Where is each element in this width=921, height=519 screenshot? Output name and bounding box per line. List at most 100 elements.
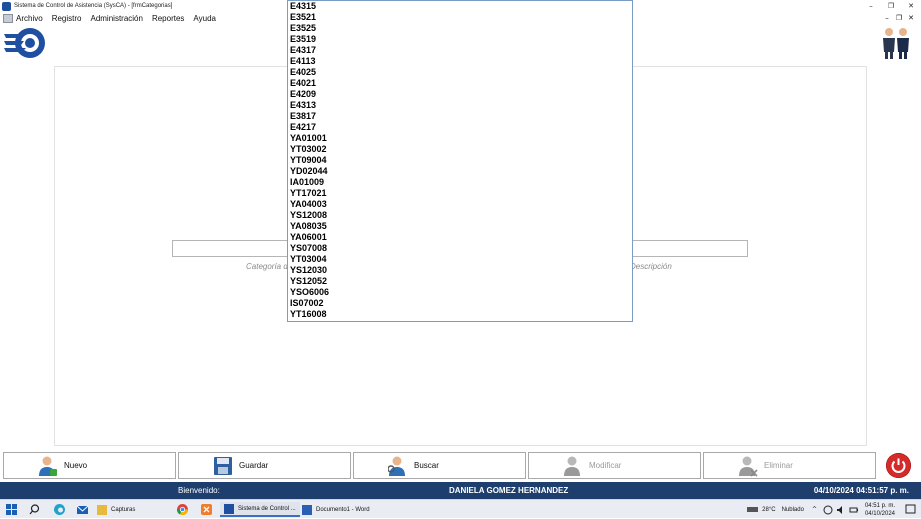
dropdown-option[interactable]: E4025 (288, 67, 632, 78)
modificar-label: Modificar (589, 461, 622, 470)
dropdown-option[interactable]: YD02044 (288, 166, 632, 177)
mdi-minimize-button[interactable]: – (881, 12, 893, 25)
dropdown-option[interactable]: YA01001 (288, 133, 632, 144)
description-input[interactable] (620, 240, 748, 257)
app-icon (2, 1, 11, 11)
taskbar-sysca-app[interactable]: Sistema de Control ... (220, 502, 300, 517)
guardar-label: Guardar (239, 461, 269, 470)
dropdown-option[interactable]: YS12052 (288, 276, 632, 287)
dropdown-option[interactable]: YA04003 (288, 199, 632, 210)
menu-ayuda[interactable]: Ayuda (193, 14, 216, 23)
mdi-close-button[interactable]: ✕ (905, 12, 917, 25)
menu-administracion[interactable]: Administración (90, 14, 142, 23)
notification-icon[interactable] (904, 503, 917, 516)
weather-icon[interactable] (746, 503, 759, 516)
mdi-controls: – ❐ ✕ (881, 12, 917, 25)
date-time: 04/10/2024 04:51:57 p. m. (813, 486, 909, 495)
dropdown-option[interactable]: YA06001 (288, 232, 632, 243)
window-title: Sistema de Control de Asistencia (SysCA)… (14, 3, 173, 9)
welcome-label: Bienvenido: (178, 486, 220, 495)
eliminar-label: Eliminar (764, 461, 793, 470)
taskbar-capturas-label: Capturas (111, 506, 136, 513)
clock-date: 04/10/2024 (864, 510, 895, 517)
add-user-icon (39, 456, 57, 476)
modificar-button[interactable]: Modificar (528, 452, 701, 479)
taskbar-capturas[interactable]: Capturas (97, 502, 135, 517)
dropdown-option[interactable]: YA08035 (288, 221, 632, 232)
dropdown-option[interactable]: YT03004 (288, 254, 632, 265)
menu-archivo[interactable]: Archivo (16, 14, 43, 23)
menu-registro[interactable]: Registro (52, 14, 82, 23)
windows-start-icon[interactable] (5, 503, 18, 516)
dropdown-option[interactable]: E4313 (288, 100, 632, 111)
user-name: DANIELA GOMEZ HERNANDEZ (449, 486, 569, 495)
taskbar-word-label: Documento1 - Word (316, 506, 370, 513)
dropdown-option[interactable]: YS12030 (288, 265, 632, 276)
nuevo-button[interactable]: Nuevo (3, 452, 176, 479)
dropdown-option[interactable]: IS07002 (288, 298, 632, 309)
menu-reportes[interactable]: Reportes (152, 14, 184, 23)
dropdown-option[interactable]: E3817 (288, 111, 632, 122)
word-icon (302, 504, 312, 515)
dropdown-option[interactable]: YS12008 (288, 210, 632, 221)
edge-icon[interactable] (53, 503, 66, 516)
power-off-icon[interactable] (886, 453, 911, 478)
category-hint: Categoría de (246, 262, 293, 271)
mdi-restore-button[interactable]: ❐ (893, 12, 905, 25)
employees-icon (883, 28, 909, 59)
buscar-button[interactable]: Buscar (353, 452, 526, 479)
dropdown-option[interactable]: E3519 (288, 34, 632, 45)
description-hint: Descripción (630, 262, 672, 271)
chrome-icon[interactable] (176, 503, 189, 516)
delete-user-icon (739, 456, 758, 477)
nuevo-label: Nuevo (64, 461, 88, 470)
dropdown-option[interactable]: IA01009 (288, 177, 632, 188)
app-window: Sistema de Control de Asistencia (SysCA)… (0, 0, 921, 518)
windows-taskbar: Capturas Sistema de Control ... Document… (0, 499, 921, 518)
mail-icon[interactable] (76, 503, 89, 516)
network-icon[interactable] (823, 505, 833, 515)
mdi-child-icon[interactable] (3, 14, 13, 23)
folder-icon (97, 504, 107, 515)
category-dropdown-list[interactable]: E4315 E3521 E3525 E3519 E4317 E4113 E402… (287, 0, 633, 322)
battery-icon[interactable] (849, 505, 859, 515)
dropdown-option[interactable]: E3525 (288, 23, 632, 34)
dropdown-option[interactable]: YT17021 (288, 188, 632, 199)
edit-user-icon (564, 456, 580, 476)
dropdown-option[interactable]: YS07008 (288, 243, 632, 254)
xampp-icon[interactable] (200, 503, 213, 516)
clock-time: 04:51 p. m. (864, 502, 895, 509)
category-input[interactable] (172, 240, 300, 257)
taskbar-clock[interactable]: 04:51 p. m. 04/10/2024 (865, 502, 895, 518)
dropdown-option[interactable]: YT16008 (288, 309, 632, 320)
window-controls: – ❐ ✕ (861, 0, 921, 12)
status-bar: Bienvenido: DANIELA GOMEZ HERNANDEZ 04/1… (0, 482, 921, 499)
dropdown-option[interactable]: E4113 (288, 56, 632, 67)
taskbar-sysca-label: Sistema de Control ... (238, 505, 296, 512)
minimize-button[interactable]: – (861, 0, 881, 12)
restore-button[interactable]: ❐ (881, 0, 901, 12)
dropdown-option[interactable]: E4317 (288, 45, 632, 56)
sysca-app-icon (224, 503, 234, 514)
dropdown-option[interactable]: E4217 (288, 122, 632, 133)
guardar-button[interactable]: Guardar (178, 452, 351, 479)
dropdown-option[interactable]: YT03002 (288, 144, 632, 155)
volume-icon[interactable] (836, 505, 846, 515)
dropdown-option[interactable]: E4021 (288, 78, 632, 89)
tray-chevron-icon[interactable]: ^ (812, 506, 817, 513)
dropdown-option[interactable]: E4315 (288, 1, 632, 12)
dropdown-option[interactable]: YSO6006 (288, 287, 632, 298)
weather-text[interactable]: Nublado (782, 507, 804, 513)
buscar-label: Buscar (414, 461, 439, 470)
system-tray: 28°C Nublado ^ 04:51 p. m. 04/10/2024 (746, 500, 921, 519)
dropdown-option[interactable]: E4209 (288, 89, 632, 100)
taskbar-word[interactable]: Documento1 - Word (298, 502, 374, 517)
dropdown-option[interactable]: YT09004 (288, 155, 632, 166)
search-user-icon (388, 456, 405, 476)
temperature[interactable]: 28°C (762, 507, 775, 513)
dropdown-option[interactable]: E3521 (288, 12, 632, 23)
search-icon[interactable] (29, 503, 42, 516)
close-button[interactable]: ✕ (901, 0, 921, 12)
eliminar-button[interactable]: Eliminar (703, 452, 876, 479)
floppy-disk-icon (214, 456, 232, 475)
